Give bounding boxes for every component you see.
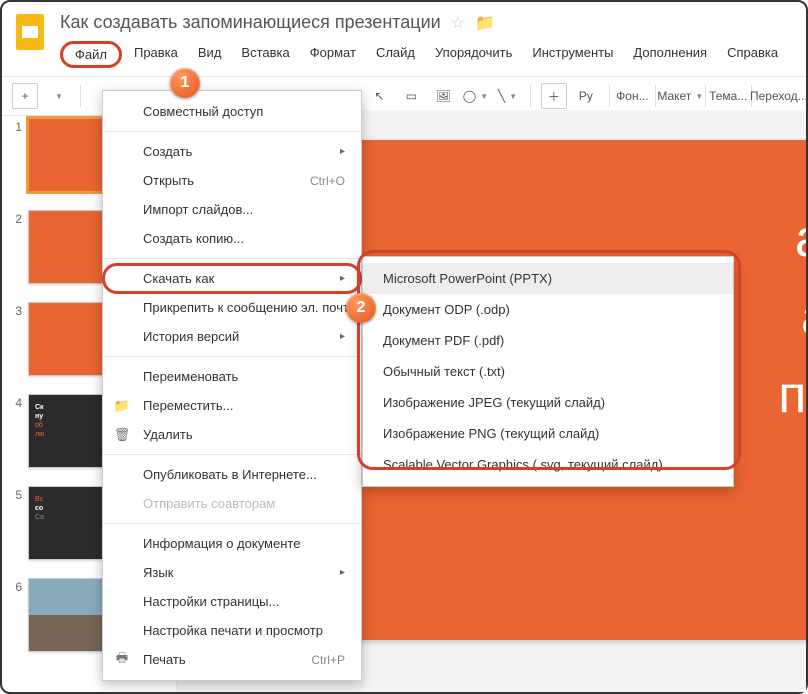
menu-email-attach[interactable]: Прикрепить к сообщению эл. почты [103, 293, 361, 322]
doc-title[interactable]: Как создавать запоминающиеся презентации [60, 12, 441, 33]
menu-new[interactable]: Создать▸ [103, 137, 361, 166]
layout-button[interactable]: Макет▼ [666, 83, 695, 109]
textbox-tool[interactable]: ▭ [398, 83, 424, 109]
slide-number: 2 [8, 210, 22, 284]
menu-delete[interactable]: 🗑Удалить [103, 420, 361, 449]
theme-button[interactable]: Тема... [715, 83, 741, 109]
menu-print[interactable]: 🖶ПечатьCtrl+P [103, 645, 361, 674]
slides-logo[interactable] [12, 10, 48, 54]
menu-insert[interactable]: Вставка [231, 41, 299, 68]
shape-tool[interactable]: ◯▼ [462, 83, 488, 109]
menu-version-history[interactable]: История версий▸ [103, 322, 361, 351]
submenu-pptx[interactable]: Microsoft PowerPoint (PPTX) [363, 263, 733, 294]
annotation-badge-1: 1 [170, 68, 200, 98]
download-as-submenu: Microsoft PowerPoint (PPTX) Документ ODP… [362, 256, 734, 487]
slide-number: 5 [8, 486, 22, 560]
menu-slide[interactable]: Слайд [366, 41, 425, 68]
menu-make-copy[interactable]: Создать копию... [103, 224, 361, 253]
menu-send-collab: Отправить соавторам [103, 489, 361, 518]
menu-edit[interactable]: Правка [124, 41, 188, 68]
submenu-svg[interactable]: Scalable Vector Graphics (.svg, текущий … [363, 449, 733, 480]
menu-doc-info[interactable]: Информация о документе [103, 529, 361, 558]
menu-rename[interactable]: Переименовать [103, 362, 361, 391]
slide-number: 1 [8, 118, 22, 192]
submenu-pdf[interactable]: Документ PDF (.pdf) [363, 325, 733, 356]
menu-print-preview[interactable]: Настройка печати и просмотр [103, 616, 361, 645]
print-icon: 🖶 [113, 649, 131, 671]
trash-icon: 🗑 [113, 427, 131, 443]
menu-file[interactable]: Файл [60, 41, 122, 68]
menu-view[interactable]: Вид [188, 41, 232, 68]
menu-download-as[interactable]: Скачать как▸ [103, 264, 361, 293]
folder-icon[interactable]: 📁 [475, 13, 495, 33]
transition-button[interactable]: Переход... [762, 83, 796, 109]
menu-tools[interactable]: Инструменты [522, 41, 623, 68]
menu-share[interactable]: Совместный доступ [103, 97, 361, 126]
submenu-jpeg[interactable]: Изображение JPEG (текущий слайд) [363, 387, 733, 418]
new-slide-button[interactable]: + [12, 83, 38, 109]
menu-language[interactable]: Язык▸ [103, 558, 361, 587]
comment-button[interactable]: ＋ [541, 83, 567, 109]
menubar: Файл Правка Вид Вставка Формат Слайд Упо… [60, 41, 796, 68]
slide-number: 3 [8, 302, 22, 376]
ru-button[interactable]: Ру [573, 83, 599, 109]
menu-move[interactable]: 📁Переместить... [103, 391, 361, 420]
menu-help[interactable]: Справка [717, 41, 788, 68]
menu-open[interactable]: ОткрытьCtrl+O [103, 166, 361, 195]
menu-publish-web[interactable]: Опубликовать в Интернете... [103, 460, 361, 489]
menu-import-slides[interactable]: Импорт слайдов... [103, 195, 361, 224]
submenu-png[interactable]: Изображение PNG (текущий слайд) [363, 418, 733, 449]
star-icon[interactable]: ☆ [451, 13, 465, 33]
annotation-badge-2: 2 [346, 293, 376, 323]
slide-number: 6 [8, 578, 22, 652]
cursor-tool[interactable]: ↖ [366, 83, 392, 109]
menu-arrange[interactable]: Упорядочить [425, 41, 522, 68]
new-slide-caret[interactable]: ▼ [44, 83, 70, 109]
slide-number: 4 [8, 394, 22, 468]
menu-page-setup[interactable]: Настройки страницы... [103, 587, 361, 616]
background-button[interactable]: Фон... [619, 83, 645, 109]
submenu-odp[interactable]: Документ ODP (.odp) [363, 294, 733, 325]
submenu-txt[interactable]: Обычный текст (.txt) [363, 356, 733, 387]
line-tool[interactable]: ╲▼ [494, 83, 520, 109]
menu-addons[interactable]: Дополнения [623, 41, 717, 68]
file-dropdown-menu: Совместный доступ Создать▸ ОткрытьCtrl+O… [102, 90, 362, 681]
menu-format[interactable]: Формат [300, 41, 366, 68]
folder-icon: 📁 [113, 398, 131, 414]
image-tool[interactable]: 🖼 [430, 83, 456, 109]
